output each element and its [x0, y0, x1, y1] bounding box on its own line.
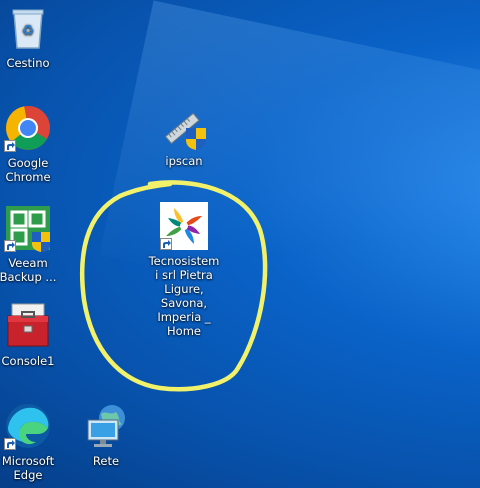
desktop-icon-edge[interactable]: Microsoft Edge	[0, 402, 66, 482]
desktop-icon-ipscan[interactable]: ipscan	[146, 102, 222, 168]
shortcut-arrow-icon	[4, 438, 16, 450]
desktop-icon-label: Google Chrome	[5, 156, 51, 184]
desktop-icon-chrome[interactable]: Google Chrome	[0, 104, 66, 184]
desktop-icon-tecnosistemi[interactable]: Tecnosistemi srl Pietra Ligure, Savona, …	[146, 202, 222, 338]
desktop-icon-recycle-bin[interactable]: ♻ Cestino	[0, 4, 66, 70]
desktop-icon-label: Tecnosistemi srl Pietra Ligure, Savona, …	[148, 254, 220, 338]
desktop-icon-label: Veeam Backup ...	[0, 256, 57, 284]
desktop-icon-network[interactable]: Rete	[68, 402, 144, 468]
ipscan-icon	[160, 102, 208, 150]
desktop-icon-label: Console1	[1, 354, 55, 368]
desktop-icon-veeam[interactable]: Veeam Backup ...	[0, 204, 66, 284]
desktop-icon-label: ipscan	[165, 154, 203, 168]
svg-text:♻: ♻	[22, 23, 35, 39]
toolbox-icon	[4, 302, 52, 350]
desktop[interactable]: ♻ Cestino Google Chrome ipscan Veeam Bac…	[0, 0, 480, 488]
network-icon	[82, 402, 130, 450]
desktop-icon-console1[interactable]: Console1	[0, 302, 66, 368]
recycle-bin-icon: ♻	[4, 4, 52, 52]
desktop-icon-label: Cestino	[6, 56, 50, 70]
tecnosistemi-logo-icon	[160, 202, 208, 250]
shortcut-arrow-icon	[4, 140, 16, 152]
edge-icon	[4, 402, 52, 450]
desktop-icon-label: Microsoft Edge	[1, 454, 55, 482]
desktop-icon-label: Rete	[92, 454, 120, 468]
chrome-icon	[4, 104, 52, 152]
shortcut-arrow-icon	[160, 238, 172, 250]
veeam-icon	[4, 204, 52, 252]
shortcut-arrow-icon	[4, 240, 16, 252]
